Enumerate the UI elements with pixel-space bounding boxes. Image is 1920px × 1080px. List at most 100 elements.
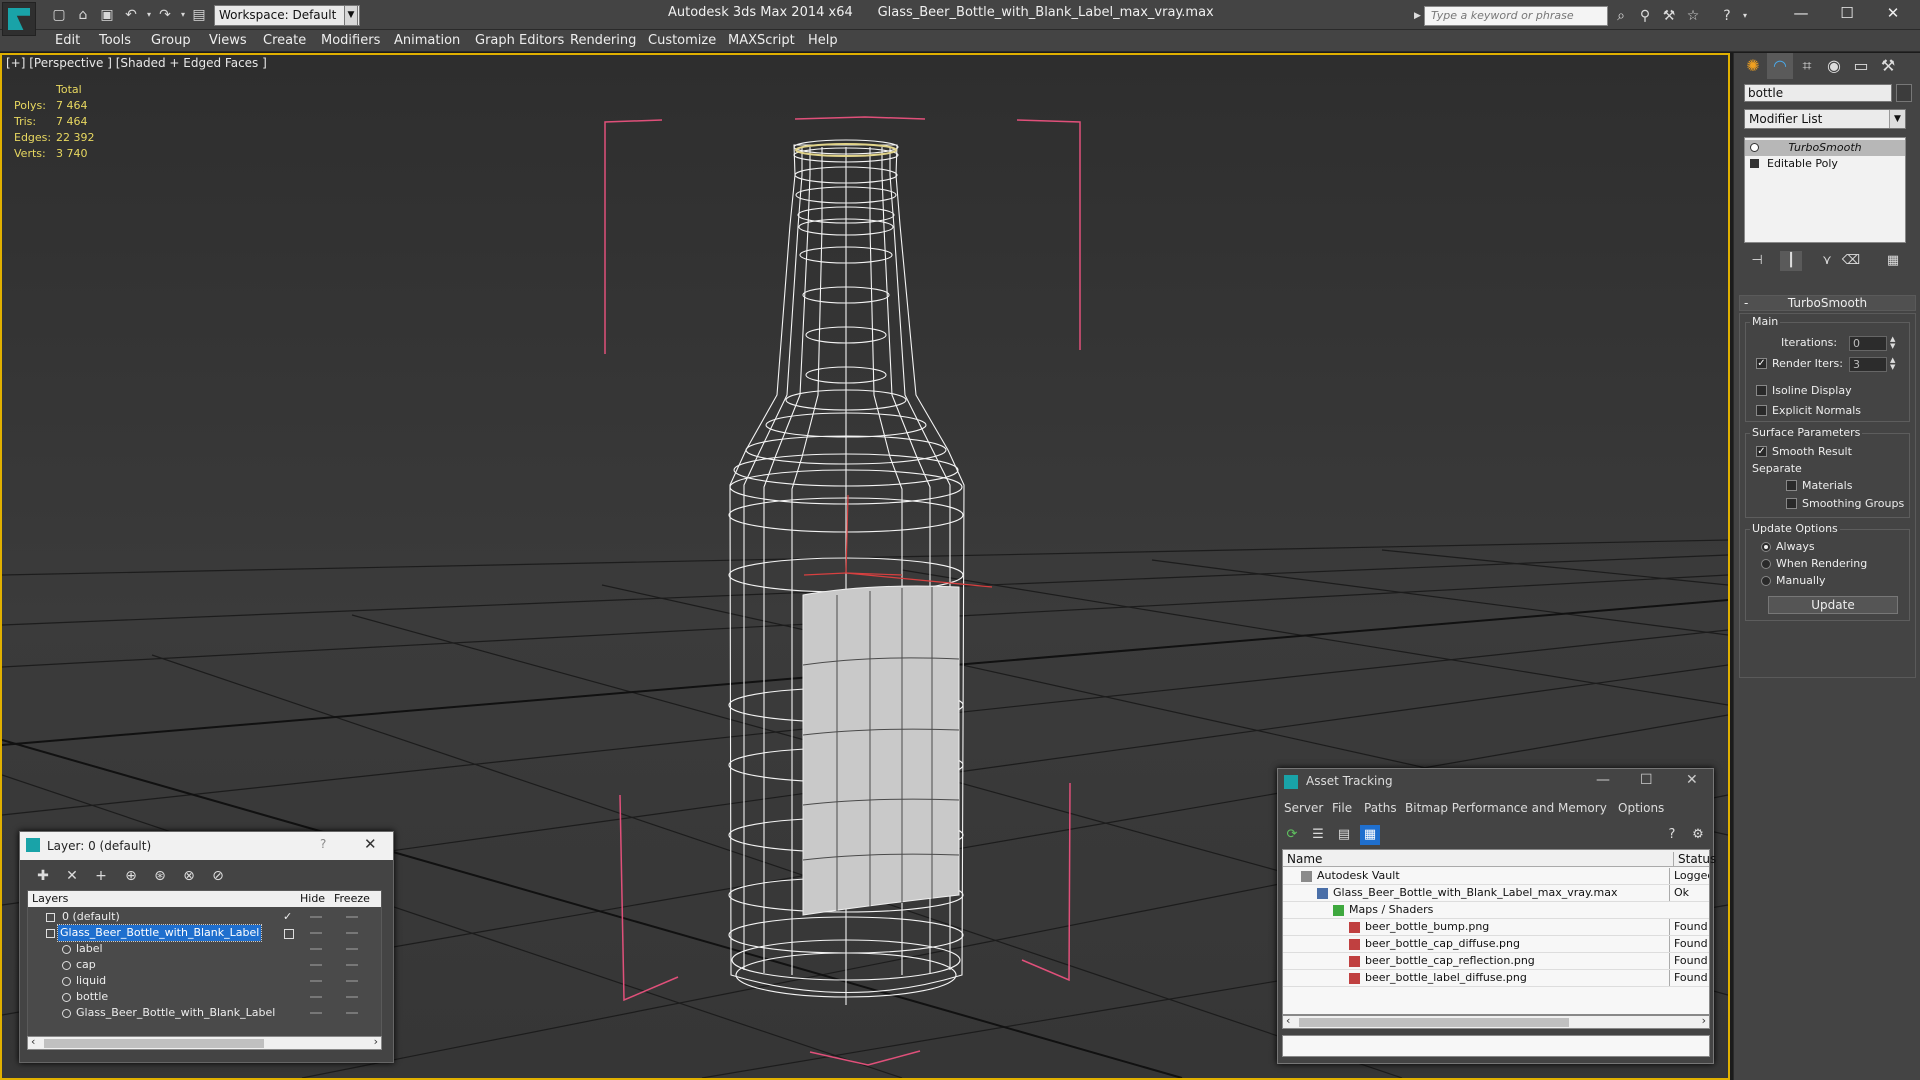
freeze-toggle[interactable] [346,980,358,982]
keyword-search-input[interactable]: Type a keyword or phrase [1424,6,1608,26]
spinner-arrows-icon[interactable]: ▲ ▼ [1890,336,1898,351]
help-icon[interactable]: ? [320,837,326,851]
stack-item-turbosmooth[interactable]: TurboSmooth [1745,140,1905,156]
turbosmooth-rollout-header[interactable]: - TurboSmooth [1739,295,1916,311]
make-unique-icon[interactable]: ⋎ [1816,251,1838,271]
layer-row[interactable]: label [28,941,381,957]
layer-row[interactable]: cap [28,957,381,973]
menu-customize[interactable]: Customize [648,33,716,48]
column-hide[interactable]: Hide [300,892,325,905]
column-status[interactable]: Status [1673,852,1716,866]
render-iters-checkbox[interactable]: ✓ [1756,358,1767,369]
highlight-layer-icon[interactable]: ⊛ [149,866,171,886]
menu-help[interactable]: Help [808,33,838,48]
create-tab-icon[interactable]: ✺ [1740,53,1766,79]
hide-toggle[interactable] [310,1012,322,1014]
asset-dialog-titlebar[interactable]: Asset Tracking — ☐ ✕ [1278,769,1713,795]
pin-stack-icon[interactable]: ⊣ [1746,251,1768,271]
isoline-checkbox[interactable] [1756,385,1767,396]
configure-sets-icon[interactable]: ▦ [1882,251,1904,271]
communication-center-icon[interactable]: ⚒ [1660,7,1678,25]
scroll-right-icon[interactable]: › [1702,1014,1706,1027]
materials-checkbox[interactable] [1786,480,1797,491]
help-dropdown-icon[interactable]: ▾ [1736,7,1754,25]
hide-toggle[interactable] [310,980,322,982]
hide-toggle[interactable] [310,932,322,934]
stack-item-editable-poly[interactable]: Editable Poly [1745,156,1905,172]
scroll-left-icon[interactable]: ‹ [1286,1014,1290,1027]
horizontal-scrollbar[interactable]: ‹ › [27,1035,382,1050]
modifier-list-dropdown[interactable]: Modifier List ▼ [1744,109,1906,129]
favorites-star-icon[interactable]: ☆ [1684,7,1702,25]
asset-path-field[interactable] [1282,1035,1710,1057]
update-button[interactable]: Update [1768,596,1898,614]
column-freeze[interactable]: Freeze [334,892,370,905]
binoculars-icon[interactable]: ⌕ [1612,7,1630,25]
layer-row[interactable]: Glass_Beer_Bottle_with_Blank_Label [28,924,381,942]
asset-menu-options[interactable]: Options [1618,801,1664,815]
select-objects-icon[interactable]: ⊕ [120,866,142,886]
freeze-toggle[interactable] [346,996,358,998]
update-always-radio[interactable] [1761,542,1771,552]
workspace-dropdown[interactable]: Workspace: Default [214,5,360,26]
freeze-toggle[interactable] [346,1012,358,1014]
lightbulb-icon[interactable] [1750,143,1759,152]
freeze-toggle[interactable] [346,948,358,950]
menu-create[interactable]: Create [263,33,306,48]
horizontal-scrollbar[interactable]: ‹ › [1282,1014,1710,1029]
chevron-right-icon[interactable]: ▶ [1414,6,1424,26]
column-name[interactable]: Name [1287,852,1322,866]
asset-row[interactable]: Autodesk Vault Logged [1283,868,1709,885]
delete-layer-icon[interactable]: ✕ [61,866,83,886]
spinner-arrows-icon[interactable]: ▲ ▼ [1890,357,1898,372]
refresh-icon[interactable]: ⟳ [1282,825,1302,845]
redo-icon[interactable]: ↷ [156,6,174,24]
display-tab-icon[interactable]: ▭ [1848,53,1874,79]
show-end-result-icon[interactable]: ┃ [1780,251,1802,271]
save-file-icon[interactable]: ▣ [98,6,116,24]
menu-edit[interactable]: Edit [55,33,80,48]
close-icon[interactable]: ✕ [1686,772,1698,788]
smoothing-groups-checkbox[interactable] [1786,498,1797,509]
close-icon[interactable]: ✕ [364,835,377,853]
column-layers[interactable]: Layers [32,892,68,905]
help-options-icon[interactable]: ⚙ [1688,825,1708,845]
project-folder-icon[interactable]: ▤ [190,6,208,24]
object-color-swatch[interactable] [1896,84,1912,102]
maximize-icon[interactable]: ☐ [1824,0,1870,28]
expand-box-icon[interactable] [1750,159,1759,168]
hierarchy-tab-icon[interactable]: ⌗ [1794,53,1820,79]
modify-tab-icon[interactable]: ◠ [1767,53,1793,79]
object-name-input[interactable]: bottle [1744,84,1892,102]
menu-graph-editors[interactable]: Graph Editors [475,33,564,48]
scroll-thumb[interactable] [44,1039,264,1048]
layer-row[interactable]: bottle [28,989,381,1005]
help-icon[interactable]: ? [1662,825,1682,845]
menu-maxscript[interactable]: MAXScript [728,33,795,48]
scroll-thumb[interactable] [1299,1018,1569,1027]
active-layer-check-icon[interactable]: ✓ [283,909,292,925]
smooth-result-checkbox[interactable]: ✓ [1756,446,1767,457]
hide-toggle[interactable] [310,916,322,918]
thumbnail-view-icon[interactable]: ▤ [1334,825,1354,845]
viewport-label[interactable]: [+] [Perspective ] [Shaded + Edged Faces… [6,56,267,70]
iterations-spinner[interactable]: 0 [1849,336,1887,351]
hide-all-icon[interactable]: ⊗ [178,866,200,886]
chevron-down-icon[interactable]: ▼ [344,5,358,26]
hide-toggle[interactable] [310,996,322,998]
asset-menu-bitmap-performance[interactable]: Bitmap Performance and Memory [1405,801,1607,815]
layer-dialog-titlebar[interactable]: Layer: 0 (default) ? ✕ [20,832,393,860]
add-to-layer-icon[interactable]: + [90,866,112,886]
explicit-normals-checkbox[interactable] [1756,405,1767,416]
make-active-box-icon[interactable] [284,929,294,939]
close-icon[interactable]: ✕ [1870,0,1916,28]
menu-group[interactable]: Group [151,33,191,48]
render-iters-spinner[interactable]: 3 [1849,357,1887,372]
remove-modifier-icon[interactable]: ⌫ [1840,251,1862,271]
asset-row[interactable]: beer_bottle_cap_reflection.png Found [1283,953,1709,970]
hide-toggle[interactable] [310,948,322,950]
table-view-icon[interactable]: ▦ [1360,825,1380,845]
menu-modifiers[interactable]: Modifiers [321,33,380,48]
layer-row[interactable]: 0 (default) ✓ [28,909,381,925]
asset-row[interactable]: Glass_Beer_Bottle_with_Blank_Label_max_v… [1283,885,1709,902]
